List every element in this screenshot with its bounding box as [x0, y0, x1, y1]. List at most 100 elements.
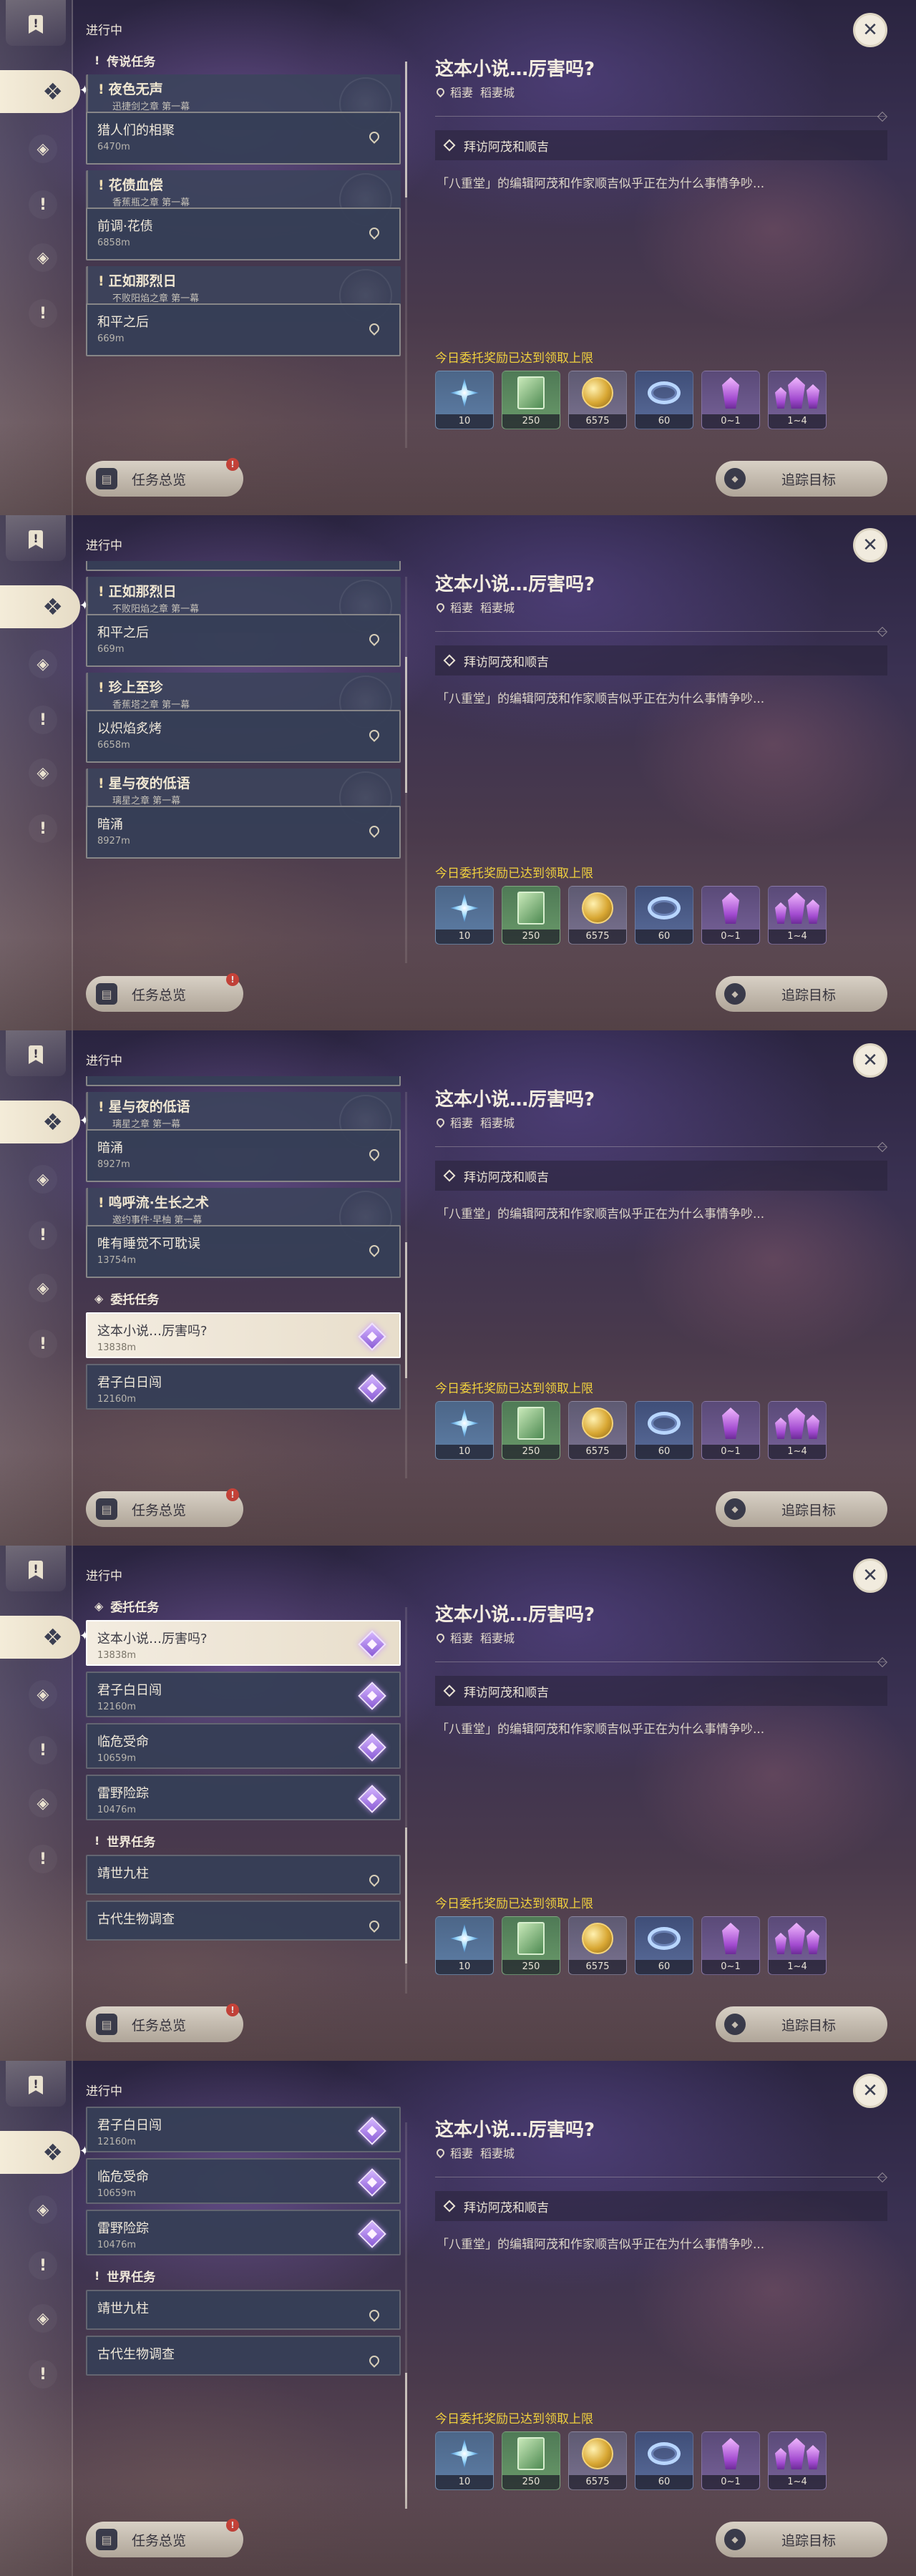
- reward-item[interactable]: 1~4: [768, 1401, 827, 1460]
- close-button[interactable]: ✕: [853, 13, 887, 47]
- scrollbar-thumb[interactable]: [405, 1242, 407, 1378]
- tab-story-quests[interactable]: !: [29, 2251, 57, 2280]
- reward-item[interactable]: 250: [502, 886, 560, 945]
- commission-item[interactable]: ▶这本小说…厉害吗?13838m: [86, 1620, 401, 1666]
- world-quest-item[interactable]: 古代生物调查: [86, 1901, 401, 1941]
- close-button[interactable]: ✕: [853, 528, 887, 562]
- reward-item[interactable]: 10: [435, 886, 494, 945]
- tab-all-quests[interactable]: ❖ ✦: [0, 70, 90, 113]
- world-quest-item[interactable]: 靖世九柱: [86, 2290, 401, 2330]
- commission-item[interactable]: ▶这本小说…厉害吗?13838m: [86, 1312, 401, 1358]
- close-button[interactable]: ✕: [853, 1558, 887, 1593]
- reward-item[interactable]: 250: [502, 1401, 560, 1460]
- tab-world-quests[interactable]: !: [29, 2360, 57, 2389]
- reward-item[interactable]: 250: [502, 371, 560, 429]
- quest-list[interactable]: 6658m!星与夜的低语璃星之章 第一幕暗涌8927m!鸣呼流·生长之术邀约事件…: [86, 1076, 401, 1480]
- reward-item[interactable]: 1~4: [768, 371, 827, 429]
- reward-item[interactable]: 0~1: [701, 1916, 760, 1975]
- quest-list[interactable]: 6858m!正如那烈日不败阳焰之章 第一幕和平之后669m!珍上至珍香蕉塔之章 …: [86, 561, 401, 965]
- tab-archon-quests[interactable]: ◈: [29, 1165, 57, 1194]
- world-quest-item[interactable]: 古代生物调查: [86, 2336, 401, 2376]
- reward-item[interactable]: 60: [635, 2431, 693, 2490]
- commission-item[interactable]: 临危受命 10659m: [86, 2158, 401, 2204]
- tab-all-quests[interactable]: ❖ ✦: [0, 585, 90, 628]
- quest-step-item[interactable]: 暗涌 8927m: [86, 1129, 401, 1182]
- quest-step-item[interactable]: 前调·花债 6858m: [86, 208, 401, 260]
- tab-commissions[interactable]: ◈: [29, 1274, 57, 1302]
- commission-item[interactable]: 雷野险踪 10476m: [86, 2210, 401, 2255]
- reward-item[interactable]: 60: [635, 1401, 693, 1460]
- reward-item[interactable]: 0~1: [701, 886, 760, 945]
- scrollbar-thumb[interactable]: [405, 2373, 407, 2509]
- quest-step-item[interactable]: 6658m: [86, 1076, 401, 1086]
- quest-overview-button[interactable]: ▤ 任务总览!: [86, 973, 243, 1012]
- quest-step-item[interactable]: 唯有睡觉不可耽误 13754m: [86, 1225, 401, 1278]
- reward-item[interactable]: 10: [435, 371, 494, 429]
- tab-story-quests[interactable]: !: [29, 1736, 57, 1765]
- commission-item[interactable]: 君子白日闯 12160m: [86, 1364, 401, 1410]
- reward-item[interactable]: 10: [435, 1401, 494, 1460]
- quest-list[interactable]: 君子白日闯 12160m 临危受命 10659m 雷野险踪 10476m! 世界任务 靖世九柱…: [86, 2107, 401, 2510]
- commission-item[interactable]: 君子白日闯 12160m: [86, 1672, 401, 1717]
- commission-item[interactable]: 临危受命 10659m: [86, 1723, 401, 1769]
- reward-item[interactable]: 1~4: [768, 2431, 827, 2490]
- reward-item[interactable]: 0~1: [701, 1401, 760, 1460]
- quest-overview-button[interactable]: ▤ 任务总览!: [86, 2004, 243, 2042]
- tab-all-quests[interactable]: ❖ ✦: [0, 2131, 90, 2174]
- world-quest-item[interactable]: 靖世九柱: [86, 1855, 401, 1895]
- reward-item[interactable]: 0~1: [701, 2431, 760, 2490]
- reward-item[interactable]: 250: [502, 2431, 560, 2490]
- scrollbar-thumb[interactable]: [405, 62, 407, 197]
- quest-list[interactable]: ! 传说任务! 夜色无声 迅捷剑之章 第一幕 猎人们的相聚 6470m! 花债血偿 香蕉瓶之章…: [86, 46, 401, 449]
- close-button[interactable]: ✕: [853, 1043, 887, 1078]
- reward-item[interactable]: 6575: [568, 886, 627, 945]
- quest-step-item[interactable]: 6858m: [86, 561, 401, 571]
- tab-commissions[interactable]: ◈: [29, 243, 57, 272]
- reward-item[interactable]: 0~1: [701, 371, 760, 429]
- track-target-button[interactable]: ◆ 追踪目标: [716, 2006, 887, 2042]
- tab-commissions[interactable]: ◈: [29, 758, 57, 787]
- tab-commissions[interactable]: ◈: [29, 1789, 57, 1818]
- tab-archon-quests[interactable]: ◈: [29, 1680, 57, 1709]
- quest-list[interactable]: ◈委托任务▶这本小说…厉害吗?13838m君子白日闯12160m临危受命1065…: [86, 1591, 401, 1995]
- scrollbar-thumb[interactable]: [405, 1828, 407, 1963]
- tab-story-quests[interactable]: !: [29, 190, 57, 219]
- reward-item[interactable]: 250: [502, 1916, 560, 1975]
- close-button[interactable]: ✕: [853, 2074, 887, 2108]
- track-target-button[interactable]: ◆ 追踪目标: [716, 2522, 887, 2557]
- commission-item[interactable]: 君子白日闯 12160m: [86, 2107, 401, 2152]
- track-target-button[interactable]: ◆ 追踪目标: [716, 976, 887, 1012]
- tab-story-quests[interactable]: !: [29, 706, 57, 734]
- tab-story-quests[interactable]: !: [29, 1221, 57, 1249]
- tab-archon-quests[interactable]: ◈: [29, 135, 57, 163]
- tab-archon-quests[interactable]: ◈: [29, 2195, 57, 2224]
- reward-item[interactable]: 60: [635, 886, 693, 945]
- commission-item[interactable]: 雷野险踪 10476m: [86, 1775, 401, 1820]
- reward-item[interactable]: 1~4: [768, 1916, 827, 1975]
- quest-step-item[interactable]: 以炽焰炙烤 6658m: [86, 710, 401, 763]
- tab-world-quests[interactable]: !: [29, 1845, 57, 1873]
- reward-item[interactable]: 1~4: [768, 886, 827, 945]
- tab-commissions[interactable]: ◈: [29, 2304, 57, 2333]
- tab-all-quests[interactable]: ❖ ✦: [0, 1616, 90, 1659]
- track-target-button[interactable]: ◆ 追踪目标: [716, 461, 887, 497]
- tab-all-quests[interactable]: ❖ ✦: [0, 1101, 90, 1143]
- quest-step-item[interactable]: 暗涌 8927m: [86, 806, 401, 859]
- reward-item[interactable]: 6575: [568, 2431, 627, 2490]
- reward-item[interactable]: 60: [635, 371, 693, 429]
- tab-world-quests[interactable]: !: [29, 1330, 57, 1358]
- tab-world-quests[interactable]: !: [29, 299, 57, 328]
- quest-overview-button[interactable]: ▤ 任务总览!: [86, 458, 243, 497]
- tab-archon-quests[interactable]: ◈: [29, 650, 57, 678]
- reward-item[interactable]: 6575: [568, 1916, 627, 1975]
- reward-item[interactable]: 10: [435, 2431, 494, 2490]
- scrollbar-thumb[interactable]: [405, 657, 407, 793]
- quest-step-item[interactable]: 和平之后 669m: [86, 303, 401, 356]
- quest-step-item[interactable]: 猎人们的相聚 6470m: [86, 112, 401, 165]
- reward-item[interactable]: 60: [635, 1916, 693, 1975]
- quest-step-item[interactable]: 和平之后 669m: [86, 614, 401, 667]
- reward-item[interactable]: 6575: [568, 1401, 627, 1460]
- reward-item[interactable]: 10: [435, 1916, 494, 1975]
- quest-overview-button[interactable]: ▤ 任务总览!: [86, 1488, 243, 1527]
- reward-item[interactable]: 6575: [568, 371, 627, 429]
